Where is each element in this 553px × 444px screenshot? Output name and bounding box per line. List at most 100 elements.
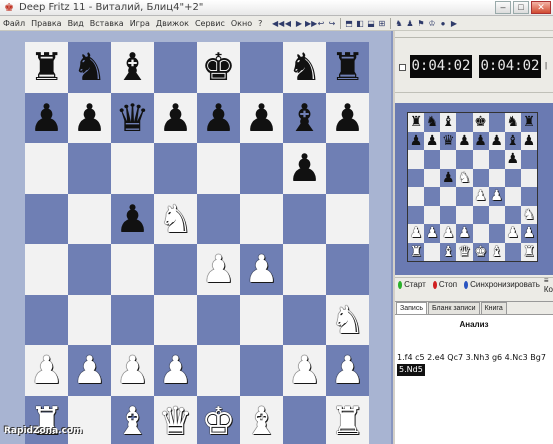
toolbar-button-icon[interactable]: ⚑ [416,18,426,29]
board-square[interactable] [520,187,537,206]
tab-notation[interactable]: Запись [396,302,427,314]
black-pawn-icon[interactable]: ♟ [523,134,536,148]
black-pawn-icon[interactable]: ♟ [115,200,149,238]
board-square[interactable]: ♟ [504,150,521,169]
toolbar-button-icon[interactable]: ↪ [327,18,337,29]
board-square[interactable] [326,193,369,244]
board-square[interactable]: ♜ [25,42,68,93]
board-square[interactable] [197,345,240,396]
board-square[interactable]: ♚ [197,42,240,93]
board-square[interactable] [456,113,473,132]
white-bishop-icon[interactable]: ♝ [442,245,455,259]
tab-scoresheet[interactable]: Бланк записи [427,302,480,314]
board-square[interactable]: ♛ [456,242,473,261]
board-square[interactable] [25,294,68,345]
board-square[interactable] [504,187,521,206]
white-pawn-icon[interactable]: ♟ [29,351,63,389]
board-square[interactable]: ♜ [25,395,68,444]
board-square[interactable] [408,168,425,187]
black-pawn-icon[interactable]: ♟ [442,171,455,185]
board-square[interactable]: ♟ [240,244,283,295]
menu-game[interactable]: Игра [127,19,153,28]
start-button[interactable]: Старт [404,280,426,289]
board-square[interactable] [440,150,457,169]
board-square[interactable]: ♚ [197,395,240,444]
board-square[interactable]: ♟ [472,131,489,150]
board-square[interactable] [472,205,489,224]
engine-extra[interactable]: ≡ Ко [544,276,553,294]
white-queen-icon[interactable]: ♛ [458,245,471,259]
black-knight-icon[interactable]: ♞ [287,48,321,86]
white-pawn-icon[interactable]: ♟ [158,351,192,389]
board-square[interactable]: ♞ [424,113,441,132]
mini-chess-board[interactable]: ♜ ♞ ♝ ♚ ♞ ♜ ♟ ♟ ♛ ♟ ♟ ♟ ♝ ♟ ♟ ♟ ♞ ♟ ♟ ♞ ♟ ♟ ♟ ♟ ♟ ♟ ♜ ♝ ♛ ♚ ♝ ♜ [407,112,538,262]
board-square[interactable] [424,242,441,261]
board-square[interactable] [424,150,441,169]
board-square[interactable] [424,205,441,224]
board-square[interactable]: ♟ [111,345,154,396]
board-square[interactable]: ♟ [25,345,68,396]
board-square[interactable] [68,244,111,295]
maximize-button[interactable]: □ [513,1,529,14]
menu-file[interactable]: Файл [0,19,28,28]
white-pawn-icon[interactable]: ♟ [115,351,149,389]
black-pawn-icon[interactable]: ♟ [29,99,63,137]
board-square[interactable] [154,244,197,295]
white-pawn-icon[interactable]: ♟ [442,226,455,240]
board-square[interactable]: ♝ [111,395,154,444]
board-square[interactable]: ♜ [520,113,537,132]
board-square[interactable] [504,242,521,261]
board-square[interactable] [240,42,283,93]
white-pawn-icon[interactable]: ♟ [201,250,235,288]
board-square[interactable] [504,168,521,187]
board-square[interactable] [68,143,111,194]
toolbar-button-icon[interactable]: ◧ [355,18,365,29]
board-square[interactable]: ♟ [154,345,197,396]
board-square[interactable]: ♟ [520,224,537,243]
toolbar-button-icon[interactable]: ⬓ [366,18,376,29]
moves-text[interactable]: 1.f4 c5 2.e4 Qc7 3.Nh3 g6 4.Nc3 Bg7 [397,353,546,362]
board-square[interactable]: ♟ [326,92,369,143]
toolbar-button-icon[interactable]: ▶▶ [305,18,317,29]
black-rook-icon[interactable]: ♜ [330,48,364,86]
sync-icon[interactable] [464,280,469,289]
toolbar-button-icon[interactable]: ● [438,18,448,29]
board-square[interactable]: ♟ [472,187,489,206]
board-square[interactable]: ♟ [488,131,505,150]
board-square[interactable]: ♞ [154,193,197,244]
board-square[interactable]: ♟ [456,224,473,243]
board-square[interactable]: ♝ [111,42,154,93]
white-king-icon[interactable]: ♚ [474,245,487,259]
menu-edit[interactable]: Правка [28,19,64,28]
board-square[interactable] [25,193,68,244]
minimize-button[interactable]: – [495,1,511,14]
black-pawn-icon[interactable]: ♟ [244,99,278,137]
white-pawn-icon[interactable]: ♟ [474,189,487,203]
current-move[interactable]: 5.Nd5 [397,364,425,376]
board-square[interactable]: ♝ [440,242,457,261]
board-square[interactable] [504,205,521,224]
board-square[interactable] [424,168,441,187]
white-knight-icon[interactable]: ♞ [458,171,471,185]
board-square[interactable] [154,143,197,194]
board-square[interactable] [240,143,283,194]
black-pawn-icon[interactable]: ♟ [507,152,520,166]
black-queen-icon[interactable]: ♛ [115,99,149,137]
board-square[interactable] [408,187,425,206]
menu-insert[interactable]: Вставка [87,19,127,28]
board-square[interactable]: ♟ [25,92,68,143]
board-square[interactable] [408,205,425,224]
stop-icon[interactable] [432,280,437,289]
board-square[interactable]: ♟ [283,345,326,396]
board-square[interactable] [488,168,505,187]
board-square[interactable]: ♟ [408,224,425,243]
board-square[interactable] [283,193,326,244]
black-bishop-icon[interactable]: ♝ [115,48,149,86]
board-square[interactable]: ♟ [488,187,505,206]
board-square[interactable]: ♞ [283,42,326,93]
board-square[interactable]: ♛ [440,131,457,150]
board-square[interactable]: ♟ [68,345,111,396]
black-knight-icon[interactable]: ♞ [426,115,439,129]
toolbar-button-icon[interactable]: ◀ [283,18,293,29]
board-square[interactable]: ♟ [504,224,521,243]
